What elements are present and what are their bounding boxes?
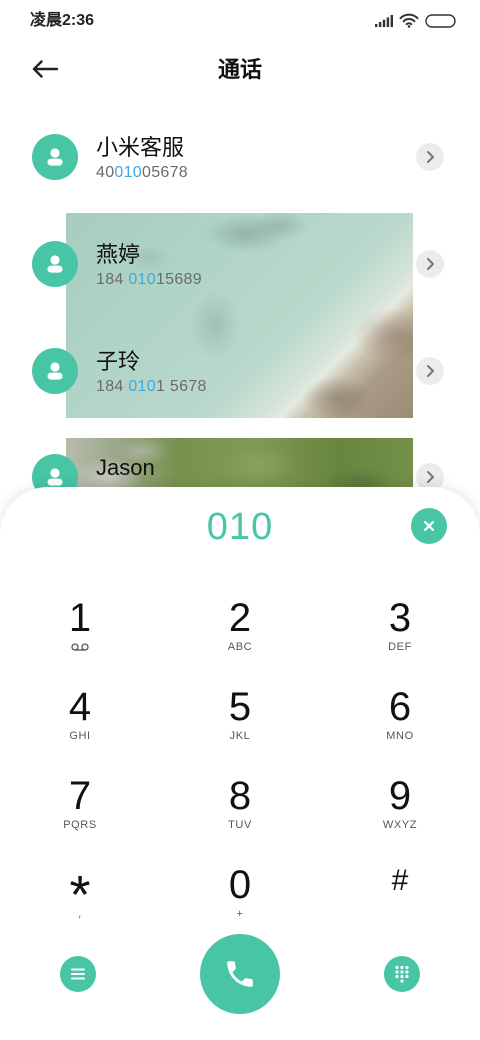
key-3[interactable]: 3 DEF <box>340 596 460 666</box>
key-digit: 9 <box>388 774 412 818</box>
key-7[interactable]: 7 PQRS <box>20 774 140 844</box>
person-icon <box>47 468 63 486</box>
clear-button[interactable] <box>411 508 447 544</box>
page-title: 通话 <box>217 57 262 82</box>
number-match: 010 <box>128 271 156 288</box>
chevron-right-icon <box>427 258 434 270</box>
person-icon <box>47 362 63 380</box>
dialed-number-display[interactable]: 010 <box>100 505 380 549</box>
key-digit: 2 <box>228 596 252 640</box>
phone-icon <box>227 961 253 987</box>
key-8[interactable]: 8 TUV <box>180 774 300 844</box>
key-digit: 4 <box>68 685 92 729</box>
key-digit: # <box>391 864 409 897</box>
contact-row[interactable]: 子玲 184 0101 5678 <box>0 318 480 425</box>
key-letters: PQRS <box>63 819 97 831</box>
chevron-right-icon <box>427 151 434 163</box>
key-star[interactable]: * , <box>20 863 140 933</box>
signal-icon <box>375 15 393 27</box>
contact-avatar <box>32 241 78 287</box>
person-icon <box>47 148 63 166</box>
key-4[interactable]: 4 GHI <box>20 685 140 755</box>
contact-name: 燕婷 <box>96 242 141 267</box>
person-icon <box>47 255 63 273</box>
key-letters: + <box>236 908 244 920</box>
dialpad-sheet: 010 1 2 ABC 3 DEF 4 GHI 5 JKL 6 MNO 7 PQ… <box>0 487 480 1040</box>
key-letters: DEF <box>388 641 412 653</box>
number-suffix: 1 5678 <box>155 378 207 395</box>
contact-row[interactable]: 燕婷 184 01015689 <box>0 211 480 318</box>
number-prefix: 40 <box>96 164 115 181</box>
contact-name: 子玲 <box>96 349 141 374</box>
call-button[interactable] <box>200 934 280 1014</box>
key-digit: 7 <box>68 774 92 818</box>
contact-detail-button[interactable] <box>416 250 444 278</box>
key-letters: TUV <box>228 819 252 831</box>
key-digit: 5 <box>228 685 252 729</box>
number-prefix: 184 <box>96 271 129 288</box>
key-digit: 6 <box>388 685 412 729</box>
status-time: 凌晨2:36 <box>30 12 95 29</box>
key-6[interactable]: 6 MNO <box>340 685 460 755</box>
key-hash[interactable]: # <box>340 863 460 933</box>
contact-row[interactable]: 小米客服 4001005678 <box>0 104 480 211</box>
key-9[interactable]: 9 WXYZ <box>340 774 460 844</box>
menu-icon <box>71 968 85 980</box>
number-prefix: 184 <box>96 378 129 395</box>
contact-number: 184 01015689 <box>96 271 202 289</box>
chevron-right-icon <box>427 365 434 377</box>
number-suffix: 15689 <box>155 271 202 288</box>
key-1[interactable]: 1 <box>20 596 140 666</box>
key-digit: 1 <box>68 596 92 640</box>
number-suffix: 05678 <box>142 164 189 181</box>
key-digit: 0 <box>228 863 252 907</box>
key-letters: WXYZ <box>382 819 418 831</box>
key-5[interactable]: 5 JKL <box>180 685 300 755</box>
contact-name: 小米客服 <box>96 135 185 160</box>
contact-detail-button[interactable] <box>416 357 444 385</box>
number-match: 010 <box>114 164 143 181</box>
contact-avatar <box>32 134 78 180</box>
key-letters: ABC <box>227 641 253 653</box>
voicemail-icon <box>71 643 89 651</box>
key-letters: JKL <box>229 730 251 742</box>
menu-button[interactable] <box>60 956 96 992</box>
keypad-toggle-button[interactable] <box>384 956 420 992</box>
contact-number: 184 0101 5678 <box>96 378 207 396</box>
key-letters: , <box>78 908 82 920</box>
battery-icon <box>425 14 456 28</box>
contact-number: 4001005678 <box>96 164 188 182</box>
contact-avatar <box>32 348 78 394</box>
contact-name: Jason <box>96 455 155 480</box>
arrow-left-icon <box>32 60 58 78</box>
key-letters: MNO <box>386 730 414 742</box>
close-icon <box>423 520 435 532</box>
number-match: 010 <box>128 378 156 395</box>
key-digit: 8 <box>228 774 252 818</box>
key-letters: GHI <box>69 730 91 742</box>
key-digit: 3 <box>388 596 412 640</box>
key-0[interactable]: 0 + <box>180 863 300 933</box>
dialpad-icon <box>395 965 409 983</box>
contact-detail-button[interactable] <box>416 143 444 171</box>
chevron-right-icon <box>427 471 434 483</box>
back-button[interactable] <box>28 55 62 83</box>
wifi-icon <box>399 13 419 28</box>
key-sub <box>20 640 140 654</box>
key-2[interactable]: 2 ABC <box>180 596 300 666</box>
